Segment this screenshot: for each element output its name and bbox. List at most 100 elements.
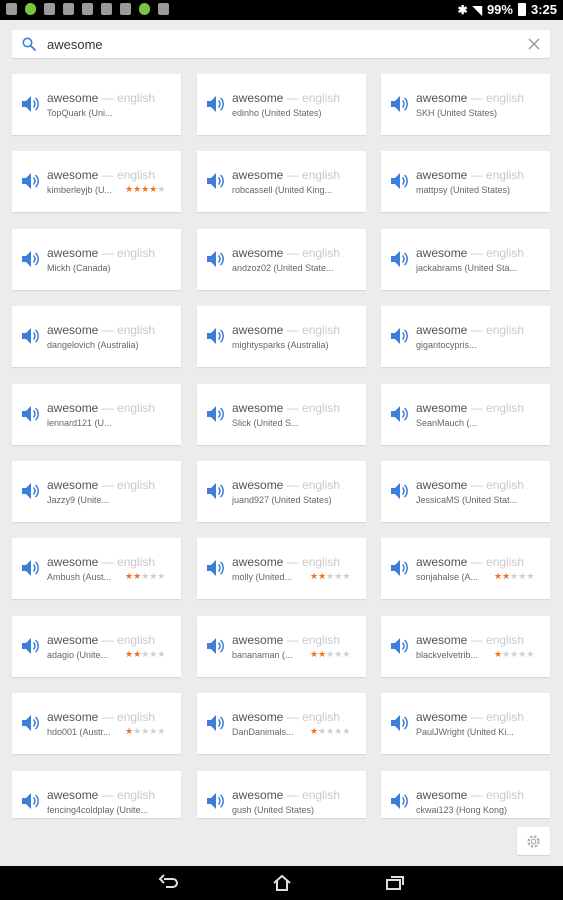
speaker-icon[interactable]	[390, 791, 408, 811]
status-bar: ✱ ◥ 99% 3:25	[0, 0, 563, 20]
pronunciation-card[interactable]: awesome — english PaulJWright (United Ki.…	[381, 693, 550, 754]
speaker-icon[interactable]	[21, 171, 39, 191]
pronunciation-card[interactable]: awesome — english adagio (Unite... ★★★★★	[12, 616, 181, 677]
speaker-icon[interactable]	[206, 558, 224, 578]
pronunciation-card[interactable]: awesome — english mattpsy (United States)	[381, 151, 550, 212]
pronunciation-card[interactable]: awesome — english juand927 (United States…	[197, 461, 366, 522]
pronunciation-card[interactable]: awesome — english ckwai123 (Hong Kong)	[381, 771, 550, 818]
back-icon[interactable]	[158, 874, 180, 892]
speaker-icon[interactable]	[21, 249, 39, 269]
speaker-icon[interactable]	[206, 94, 224, 114]
speaker-icon[interactable]	[206, 404, 224, 424]
speaker-icon[interactable]	[390, 404, 408, 424]
rating-stars: ★★★★★	[125, 649, 165, 660]
speaker-icon[interactable]	[21, 326, 39, 346]
speaker-icon[interactable]	[390, 94, 408, 114]
home-icon[interactable]	[271, 874, 293, 892]
word-line: awesome — english	[416, 633, 524, 647]
pronunciation-card[interactable]: awesome — english gush (United States)	[197, 771, 366, 818]
pronunciation-card[interactable]: awesome — english hdo001 (Austr... ★★★★★	[12, 693, 181, 754]
pronunciation-card[interactable]: awesome — english SKH (United States)	[381, 74, 550, 135]
user-label: Slick (United S...	[232, 418, 299, 428]
word-label: awesome	[47, 168, 99, 182]
navigation-bar	[0, 866, 563, 900]
star-filled-icon: ★	[502, 571, 511, 581]
briefcase-icon	[101, 3, 112, 15]
pronunciation-card[interactable]: awesome — english kimberleyjb (U... ★★★★★	[12, 151, 181, 212]
speaker-icon[interactable]	[206, 636, 224, 656]
word-line: awesome — english	[416, 323, 524, 337]
speaker-icon[interactable]	[21, 713, 39, 733]
word-line: awesome — english	[232, 478, 340, 492]
speaker-icon[interactable]	[206, 171, 224, 191]
speaker-icon[interactable]	[390, 713, 408, 733]
pronunciation-card[interactable]: awesome — english Mickh (Canada)	[12, 229, 181, 290]
pronunciation-card[interactable]: awesome — english edinho (United States)	[197, 74, 366, 135]
speaker-icon[interactable]	[21, 481, 39, 501]
pronunciation-card[interactable]: awesome — english lennard121 (U...	[12, 384, 181, 445]
pronunciation-card[interactable]: awesome — english SeanMauch (...	[381, 384, 550, 445]
clear-icon[interactable]	[526, 36, 542, 52]
speaker-icon[interactable]	[390, 326, 408, 346]
pronunciation-card[interactable]: awesome — english dangelovich (Australia)	[12, 306, 181, 367]
pronunciation-card[interactable]: awesome — english Jazzy9 (Unite...	[12, 461, 181, 522]
word-line: awesome — english	[47, 478, 155, 492]
pronunciation-card[interactable]: awesome — english gigantocypris...	[381, 306, 550, 367]
speaker-icon[interactable]	[21, 636, 39, 656]
pronunciation-card[interactable]: awesome — english andzoz02 (United State.…	[197, 229, 366, 290]
usb-icon	[6, 3, 17, 15]
settings-button[interactable]	[517, 827, 550, 855]
speaker-icon[interactable]	[21, 404, 39, 424]
speaker-icon[interactable]	[390, 249, 408, 269]
bluetooth-icon: ✱	[457, 2, 468, 17]
recent-apps-icon[interactable]	[384, 874, 406, 892]
pronunciation-card[interactable]: awesome — english bananaman (... ★★★★★	[197, 616, 366, 677]
speaker-icon[interactable]	[206, 791, 224, 811]
mail-icon	[63, 3, 74, 15]
search-input[interactable]: awesome	[47, 37, 103, 52]
star-empty-icon: ★	[342, 571, 351, 581]
word-line: awesome — english	[232, 246, 340, 260]
pronunciation-card[interactable]: awesome — english JessicaMS (United Stat.…	[381, 461, 550, 522]
speaker-icon[interactable]	[206, 713, 224, 733]
user-label: dangelovich (Australia)	[47, 340, 139, 350]
word-label: awesome	[232, 323, 284, 337]
speaker-icon[interactable]	[206, 326, 224, 346]
language-label: — english	[101, 710, 156, 724]
rating-stars: ★★★★★	[125, 571, 165, 582]
search-bar[interactable]: awesome	[12, 30, 550, 58]
rating-stars: ★★★★★	[310, 726, 350, 737]
sync-icon	[82, 3, 93, 15]
speaker-icon[interactable]	[390, 636, 408, 656]
pronunciation-card[interactable]: awesome — english blackvelvetrib... ★★★★★	[381, 616, 550, 677]
pronunciation-card[interactable]: awesome — english robcassell (United King…	[197, 151, 366, 212]
pronunciation-card[interactable]: awesome — english TopQuark (Uni...	[12, 74, 181, 135]
pronunciation-card[interactable]: awesome — english molly (United... ★★★★★	[197, 538, 366, 599]
speaker-icon[interactable]	[390, 558, 408, 578]
pronunciation-card[interactable]: awesome — english DanDanimals... ★★★★★	[197, 693, 366, 754]
pronunciation-card[interactable]: awesome — english sonjahalse (A... ★★★★★	[381, 538, 550, 599]
pronunciation-card[interactable]: awesome — english mightysparks (Australia…	[197, 306, 366, 367]
speaker-icon[interactable]	[206, 481, 224, 501]
star-filled-icon: ★	[133, 649, 142, 659]
speaker-icon[interactable]	[21, 558, 39, 578]
pronunciation-card[interactable]: awesome — english fencing4coldplay (Unite…	[12, 771, 181, 818]
pronunciation-card[interactable]: awesome — english jackabrams (United Sta.…	[381, 229, 550, 290]
pronunciation-card[interactable]: awesome — english Slick (United S...	[197, 384, 366, 445]
word-label: awesome	[47, 555, 99, 569]
word-line: awesome — english	[416, 246, 524, 260]
speaker-icon[interactable]	[206, 249, 224, 269]
speaker-icon[interactable]	[390, 481, 408, 501]
language-label: — english	[470, 401, 525, 415]
word-label: awesome	[232, 401, 284, 415]
star-empty-icon: ★	[157, 571, 166, 581]
speaker-icon[interactable]	[390, 171, 408, 191]
pronunciation-card[interactable]: awesome — english Ambush (Aust... ★★★★★	[12, 538, 181, 599]
word-label: awesome	[47, 633, 99, 647]
speaker-icon[interactable]	[21, 791, 39, 811]
language-label: — english	[286, 168, 341, 182]
star-filled-icon: ★	[494, 571, 503, 581]
user-label: Ambush (Aust...	[47, 572, 112, 582]
word-line: awesome — english	[47, 246, 155, 260]
speaker-icon[interactable]	[21, 94, 39, 114]
